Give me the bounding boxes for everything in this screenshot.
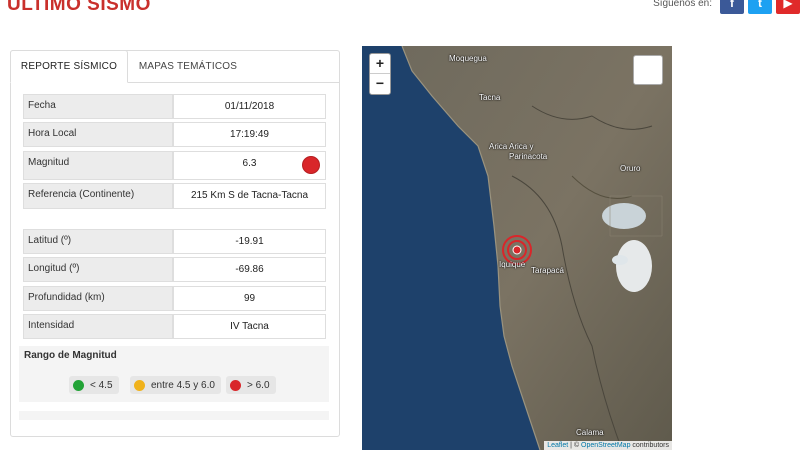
zoom-in-button[interactable]: + bbox=[370, 54, 390, 74]
layers-button[interactable] bbox=[633, 55, 663, 85]
youtube-icon[interactable]: ▶ bbox=[776, 0, 800, 14]
range-high: > 6.0 bbox=[226, 376, 276, 394]
latitud-label: Latitud (º) bbox=[23, 229, 173, 254]
social-links: Síguenos en: f t ▶ bbox=[653, 0, 800, 14]
referencia-label: Referencia (Continente) bbox=[23, 183, 173, 209]
latitud-value: -19.91 bbox=[173, 229, 326, 254]
twitter-icon[interactable]: t bbox=[748, 0, 772, 14]
map-label-tarapaca: Tarapacá bbox=[531, 266, 564, 275]
openstreetmap-link[interactable]: OpenStreetMap bbox=[581, 442, 630, 449]
row-profundidad: Profundidad (km) 99 bbox=[23, 286, 326, 311]
map-label-iquique: Iquique bbox=[499, 260, 526, 269]
hora-label: Hora Local bbox=[23, 122, 173, 147]
longitud-value: -69.86 bbox=[173, 257, 326, 282]
green-dot-icon bbox=[73, 379, 84, 391]
map-attribution: Leaflet | © OpenStreetMap contributors bbox=[544, 441, 672, 450]
tab-mapas-tematicos[interactable]: MAPAS TEMÁTICOS bbox=[128, 50, 248, 83]
tab-reporte-sismico[interactable]: REPORTE SÍSMICO bbox=[10, 50, 128, 83]
referencia-value: 215 Km S de Tacna-Tacna bbox=[173, 183, 326, 209]
zoom-control: + − bbox=[369, 53, 391, 95]
social-label: Síguenos en: bbox=[653, 0, 712, 9]
range-mid: entre 4.5 y 6.0 bbox=[130, 376, 221, 394]
panel-footer bbox=[19, 411, 329, 420]
longitud-label: Longitud (º) bbox=[23, 257, 173, 282]
intensidad-label: Intensidad bbox=[23, 314, 173, 339]
row-longitud: Longitud (º) -69.86 bbox=[23, 257, 326, 282]
page-title: ÚLTIMO SISMO bbox=[7, 0, 151, 15]
attribution-separator: | © bbox=[568, 442, 582, 449]
magnitude-indicator-icon bbox=[302, 156, 320, 174]
row-latitud: Latitud (º) -19.91 bbox=[23, 229, 326, 254]
row-referencia: Referencia (Continente) 215 Km S de Tacn… bbox=[23, 183, 326, 209]
earthquake-map[interactable]: + − Moquegua Tacna Arica Arica y Parinac… bbox=[362, 46, 672, 450]
profundidad-label: Profundidad (km) bbox=[23, 286, 173, 311]
map-label-arica-parinacota: Arica y Parinacota bbox=[509, 142, 548, 161]
yellow-dot-icon bbox=[134, 379, 145, 391]
row-fecha: Fecha 01/11/2018 bbox=[23, 94, 326, 119]
satellite-tiles bbox=[362, 46, 672, 450]
magnitud-label: Magnitud bbox=[23, 151, 173, 180]
range-low-label: < 4.5 bbox=[90, 379, 113, 391]
range-high-label: > 6.0 bbox=[247, 379, 270, 391]
intensidad-value: IV Tacna bbox=[173, 314, 326, 339]
magnitud-value: 6.3 bbox=[242, 158, 257, 169]
red-dot-icon bbox=[230, 379, 241, 391]
range-mid-label: entre 4.5 y 6.0 bbox=[151, 379, 215, 391]
map-label-moquegua: Moquegua bbox=[449, 54, 487, 63]
row-intensidad: Intensidad IV Tacna bbox=[23, 314, 326, 339]
range-low: < 4.5 bbox=[69, 376, 119, 394]
map-label-calama: Calama bbox=[576, 428, 604, 437]
hora-value: 17:19:49 bbox=[173, 122, 326, 147]
magnitude-range-legend: Rango de Magnitud < 4.5 entre 4.5 y 6.0 … bbox=[19, 346, 329, 402]
fecha-label: Fecha bbox=[23, 94, 173, 119]
leaflet-link[interactable]: Leaflet bbox=[547, 442, 568, 449]
map-label-oruro: Oruro bbox=[620, 164, 641, 173]
tab-bar: REPORTE SÍSMICO MAPAS TEMÁTICOS bbox=[10, 50, 340, 83]
magnitud-value-cell: 6.3 bbox=[173, 151, 326, 180]
attribution-tail: contributors bbox=[630, 442, 669, 449]
profundidad-value: 99 bbox=[173, 286, 326, 311]
map-label-tacna: Tacna bbox=[479, 93, 501, 102]
row-hora-local: Hora Local 17:19:49 bbox=[23, 122, 326, 147]
facebook-icon[interactable]: f bbox=[720, 0, 744, 14]
range-title: Rango de Magnitud bbox=[24, 350, 117, 361]
zoom-out-button[interactable]: − bbox=[370, 74, 390, 94]
row-magnitud: Magnitud 6.3 bbox=[23, 151, 326, 180]
map-label-arica: Arica bbox=[489, 142, 508, 151]
fecha-value: 01/11/2018 bbox=[173, 94, 326, 119]
